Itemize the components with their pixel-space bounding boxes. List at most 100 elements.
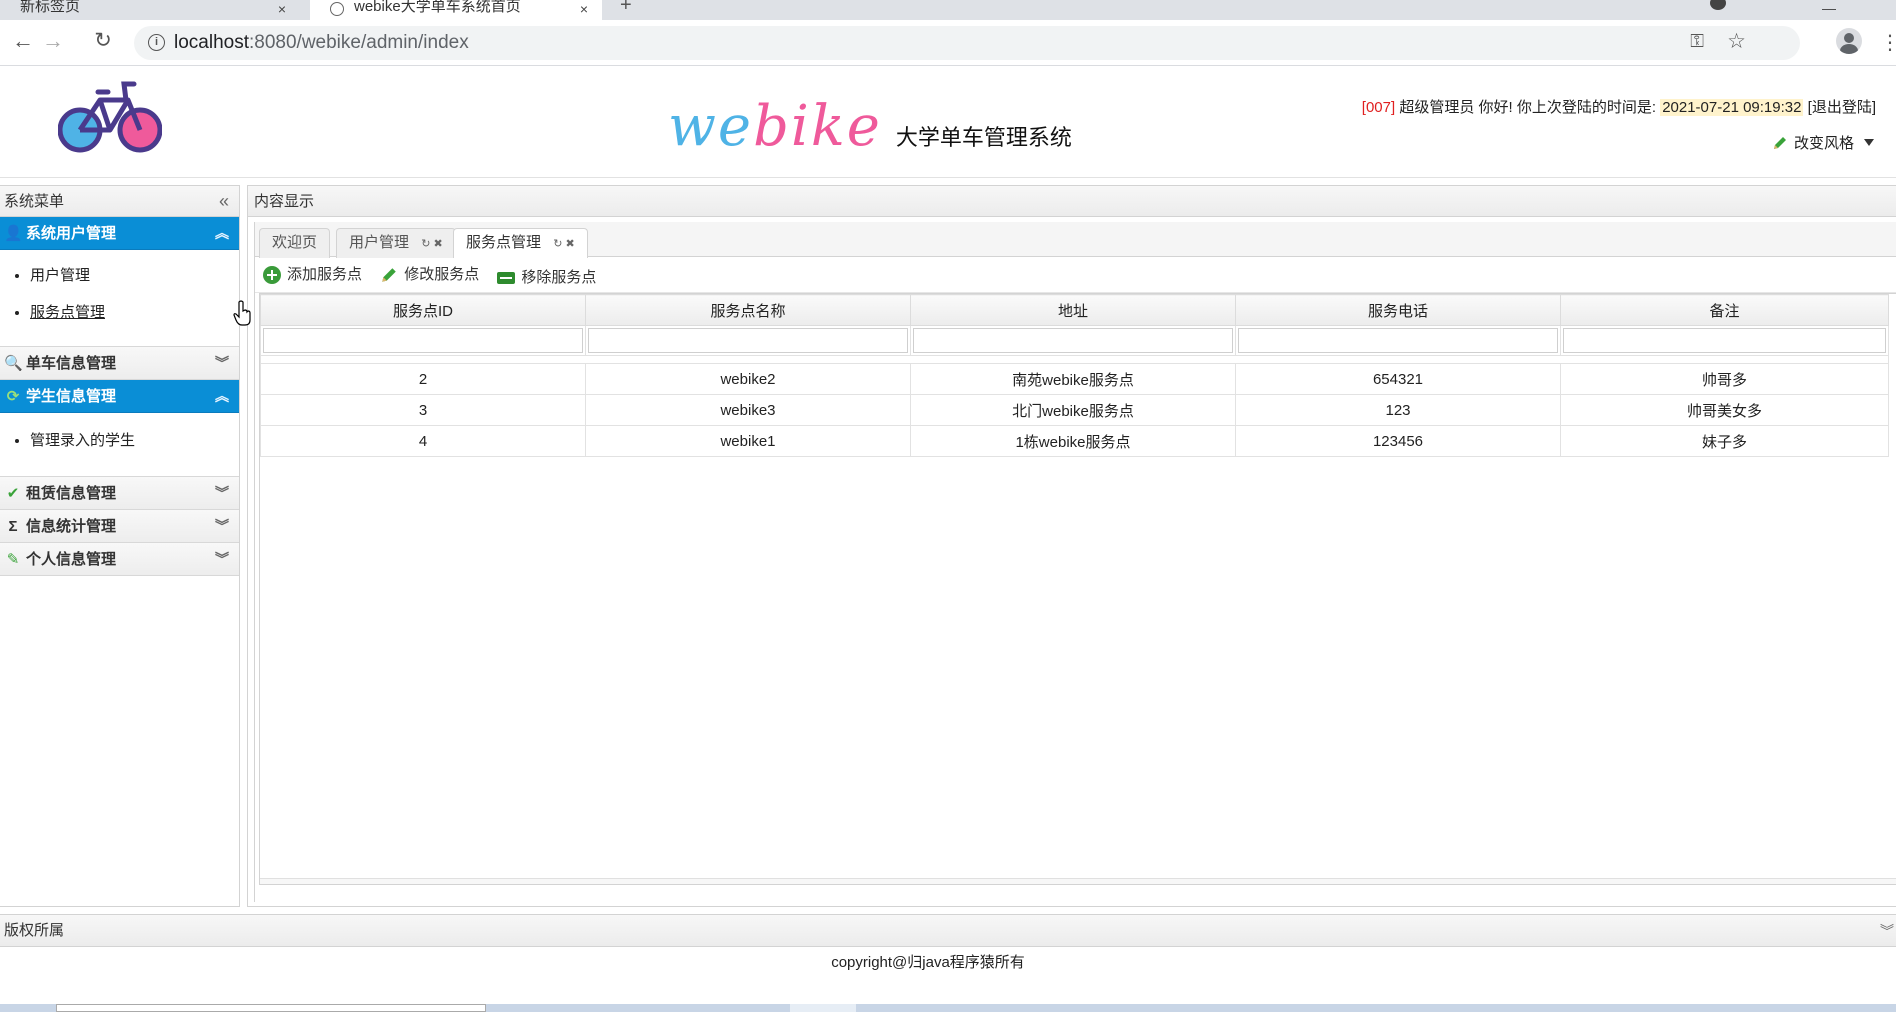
filter-cell (1235, 325, 1561, 356)
bike-logo-icon (58, 81, 162, 153)
tab-label: 用户管理 (349, 234, 410, 251)
sidebar-section-statistics[interactable]: Σ 信息统计管理 ︾ (0, 510, 239, 543)
button-label: 添加服务点 (287, 266, 363, 283)
sidebar-section-student-info[interactable]: ⟳ 学生信息管理 ︽ (0, 380, 239, 413)
sidebar: 系统菜单 « 👤 系统用户管理 ︽ 用户管理 服务点管理 🔍 单车信息管理 ︾ … (0, 185, 240, 907)
footer-panel: 版权所属 ︾ copyright@归java程序猿所有 (0, 914, 1896, 998)
profile-icon[interactable] (1836, 28, 1862, 54)
filter-input-address[interactable] (913, 328, 1233, 353)
filter-cell (260, 325, 586, 356)
table-row[interactable]: 4 webike1 1栋webike服务点 123456 妹子多 (260, 425, 1889, 457)
taskbar-item[interactable] (790, 1004, 856, 1012)
user-info: [007] 超级管理员 你好! 你上次登陆的时间是: 2021-07-21 09… (1362, 96, 1876, 117)
cell-address: 北门webike服务点 (910, 394, 1236, 426)
sidebar-item-user-management[interactable]: 用户管理 (30, 264, 239, 301)
media-icon[interactable] (1710, 0, 1726, 10)
hand-cursor-icon (233, 300, 251, 326)
change-style-label: 改变风格 (1793, 135, 1854, 152)
cell-id: 2 (260, 363, 586, 395)
column-header-phone[interactable]: 服务电话 (1235, 294, 1561, 326)
copyright-text: copyright@归java程序猿所有 (831, 954, 1025, 971)
sidebar-title-text: 系统菜单 (4, 193, 65, 210)
add-icon (263, 266, 281, 284)
chevron-up-icon[interactable]: ︽ (215, 380, 229, 413)
filter-input-id[interactable] (263, 328, 583, 353)
address-bar[interactable]: i localhost:8080/webike/admin/index ⚿ ☆ (134, 26, 1800, 60)
chevron-down-icon[interactable]: ︾ (215, 543, 229, 576)
sidebar-section-personal-info[interactable]: ✎ 个人信息管理 ︾ (0, 543, 239, 576)
browser-tab-label: webike大学单车系统首页 (354, 0, 521, 15)
sidebar-section-system-users[interactable]: 👤 系统用户管理 ︽ (0, 217, 239, 250)
table-row[interactable]: 2 webike2 南苑webike服务点 654321 帅哥多 (260, 363, 1889, 395)
star-icon[interactable]: ☆ (1727, 29, 1746, 54)
refresh-close-icon[interactable]: ↻ ✖ (553, 238, 575, 250)
cell-remark: 帅哥美女多 (1560, 394, 1889, 426)
column-header-name[interactable]: 服务点名称 (585, 294, 911, 326)
close-icon[interactable]: × (278, 1, 286, 17)
filter-input-remark[interactable] (1563, 328, 1886, 353)
tab-user-management[interactable]: 用户管理 ↻ ✖ (336, 228, 456, 258)
chevron-down-icon[interactable]: ︾ (215, 477, 229, 510)
back-icon[interactable]: ← (8, 28, 38, 54)
content-tabs: 欢迎页 用户管理 ↻ ✖ 服务点管理 ↻ ✖ 添加服务点 修改服务点 移除服务点… (254, 222, 1896, 902)
brand-system: 大学单车管理系统 (895, 126, 1072, 151)
spacer-row (260, 355, 1889, 364)
taskbar-item[interactable] (56, 1004, 486, 1012)
close-icon[interactable]: × (580, 1, 588, 17)
brand-bike: bike (753, 94, 882, 159)
column-header-id[interactable]: 服务点ID (260, 294, 586, 326)
collapse-down-icon[interactable]: ︾ (1880, 915, 1894, 947)
filter-cell (1560, 325, 1889, 356)
filter-cell (585, 325, 911, 356)
section-label: 系统用户管理 (26, 225, 117, 242)
tab-bar: 欢迎页 用户管理 ↻ ✖ 服务点管理 ↻ ✖ (255, 222, 1896, 258)
change-style-menu[interactable]: 改变风格 (1772, 132, 1874, 153)
tab-welcome[interactable]: 欢迎页 (259, 228, 331, 258)
edit-service-point-button[interactable]: 修改服务点 (380, 257, 479, 293)
url-text[interactable]: localhost:8080/webike/admin/index (174, 32, 469, 54)
chevron-down-icon[interactable]: ︾ (215, 347, 229, 380)
browser-tab-new[interactable]: 新标签页 × (0, 0, 300, 20)
cell-phone: 123456 (1235, 425, 1561, 457)
section-body: 用户管理 服务点管理 (0, 250, 239, 347)
add-service-point-button[interactable]: 添加服务点 (263, 257, 362, 293)
filter-input-name[interactable] (588, 328, 908, 353)
browser-toolbar: ← → ↻ i localhost:8080/webike/admin/inde… (0, 20, 1896, 66)
globe-icon (330, 2, 344, 16)
sidebar-item-students[interactable]: 管理录入的学生 (30, 429, 239, 466)
filter-input-phone[interactable] (1238, 328, 1558, 353)
logout-link[interactable]: [退出登陆] (1808, 99, 1876, 116)
content-panel: 内容显示 欢迎页 用户管理 ↻ ✖ 服务点管理 ↻ ✖ 添加服务点 修改服务点 (247, 185, 1896, 907)
section-label: 单车信息管理 (26, 355, 117, 372)
cell-name: webike1 (585, 425, 911, 457)
taskbar (0, 1004, 1896, 1012)
filter-row (260, 325, 1889, 356)
browser-tab-webike[interactable]: webike大学单车系统首页 × (310, 0, 602, 20)
column-header-address[interactable]: 地址 (910, 294, 1236, 326)
sidebar-section-rental-info[interactable]: ✔ 租赁信息管理 ︾ (0, 477, 239, 510)
chevron-down-icon[interactable]: ︾ (215, 510, 229, 543)
forward-icon[interactable]: → (38, 28, 68, 54)
chevron-up-icon[interactable]: ︽ (215, 217, 229, 250)
sidebar-item-label[interactable]: 用户管理 (30, 267, 90, 284)
minimize-icon[interactable]: — (1822, 0, 1836, 16)
sidebar-item-label[interactable]: 管理录入的学生 (30, 432, 135, 449)
sidebar-item-label[interactable]: 服务点管理 (30, 304, 105, 321)
column-header-remark[interactable]: 备注 (1560, 294, 1889, 326)
spacer-cell (260, 355, 1889, 364)
table-row[interactable]: 3 webike3 北门webike服务点 123 帅哥美女多 (260, 394, 1889, 426)
horizontal-scrollbar[interactable] (260, 878, 1896, 884)
key-icon[interactable]: ⚿ (1690, 31, 1704, 52)
remove-service-point-button[interactable]: 移除服务点 (497, 260, 596, 296)
refresh-close-icon[interactable]: ↻ ✖ (421, 238, 443, 250)
info-icon[interactable]: i (148, 34, 165, 51)
tab-service-points[interactable]: 服务点管理 ↻ ✖ (453, 228, 588, 258)
reload-icon[interactable]: ↻ (88, 28, 118, 53)
sidebar-section-bike-info[interactable]: 🔍 单车信息管理 ︾ (0, 347, 239, 380)
section-label: 学生信息管理 (26, 388, 117, 405)
menu-icon[interactable]: ⋮ (1880, 30, 1896, 55)
collapse-left-icon[interactable]: « (219, 186, 229, 217)
sidebar-item-service-points[interactable]: 服务点管理 (30, 301, 239, 338)
new-tab-button[interactable]: + (620, 0, 632, 17)
footer-title: 版权所属 ︾ (0, 915, 1896, 947)
